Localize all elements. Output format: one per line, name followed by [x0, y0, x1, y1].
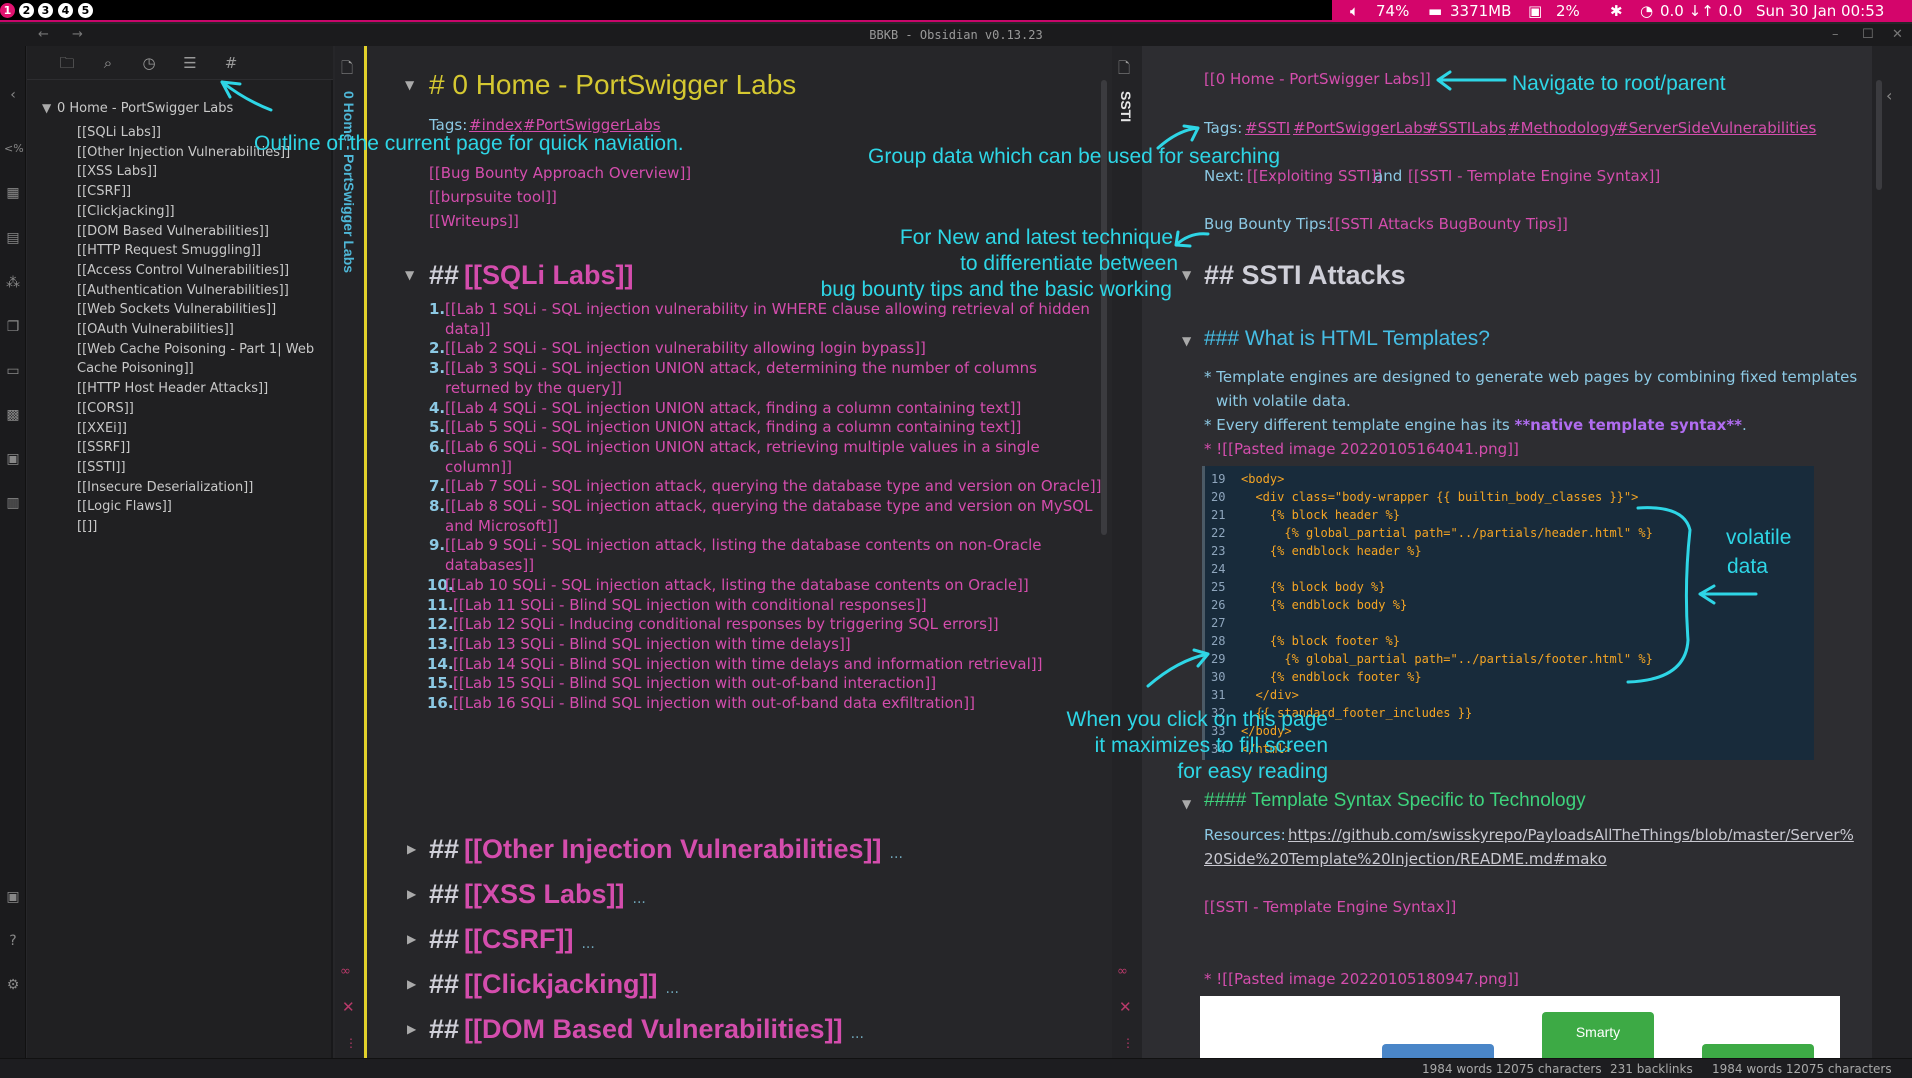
arrow-outline	[220, 80, 273, 112]
status-word-count-1: 1984 words 12075 characters	[1422, 1062, 1602, 1076]
status-word-count-2: 1984 words 12075 characters	[1712, 1062, 1892, 1076]
bracket-volatile	[1626, 506, 1692, 684]
status-backlinks[interactable]: 231 backlinks	[1610, 1059, 1693, 1078]
arrow-volatile	[1698, 584, 1758, 605]
annotation-arrows	[220, 70, 1758, 688]
status-bar: 1984 words 12075 characters 231 backlink…	[0, 1058, 1912, 1078]
arrow-navigate	[1436, 70, 1507, 91]
arrow-group	[1156, 124, 1200, 150]
arrow-maximize	[1146, 648, 1210, 688]
arrow-tips	[1174, 230, 1210, 248]
